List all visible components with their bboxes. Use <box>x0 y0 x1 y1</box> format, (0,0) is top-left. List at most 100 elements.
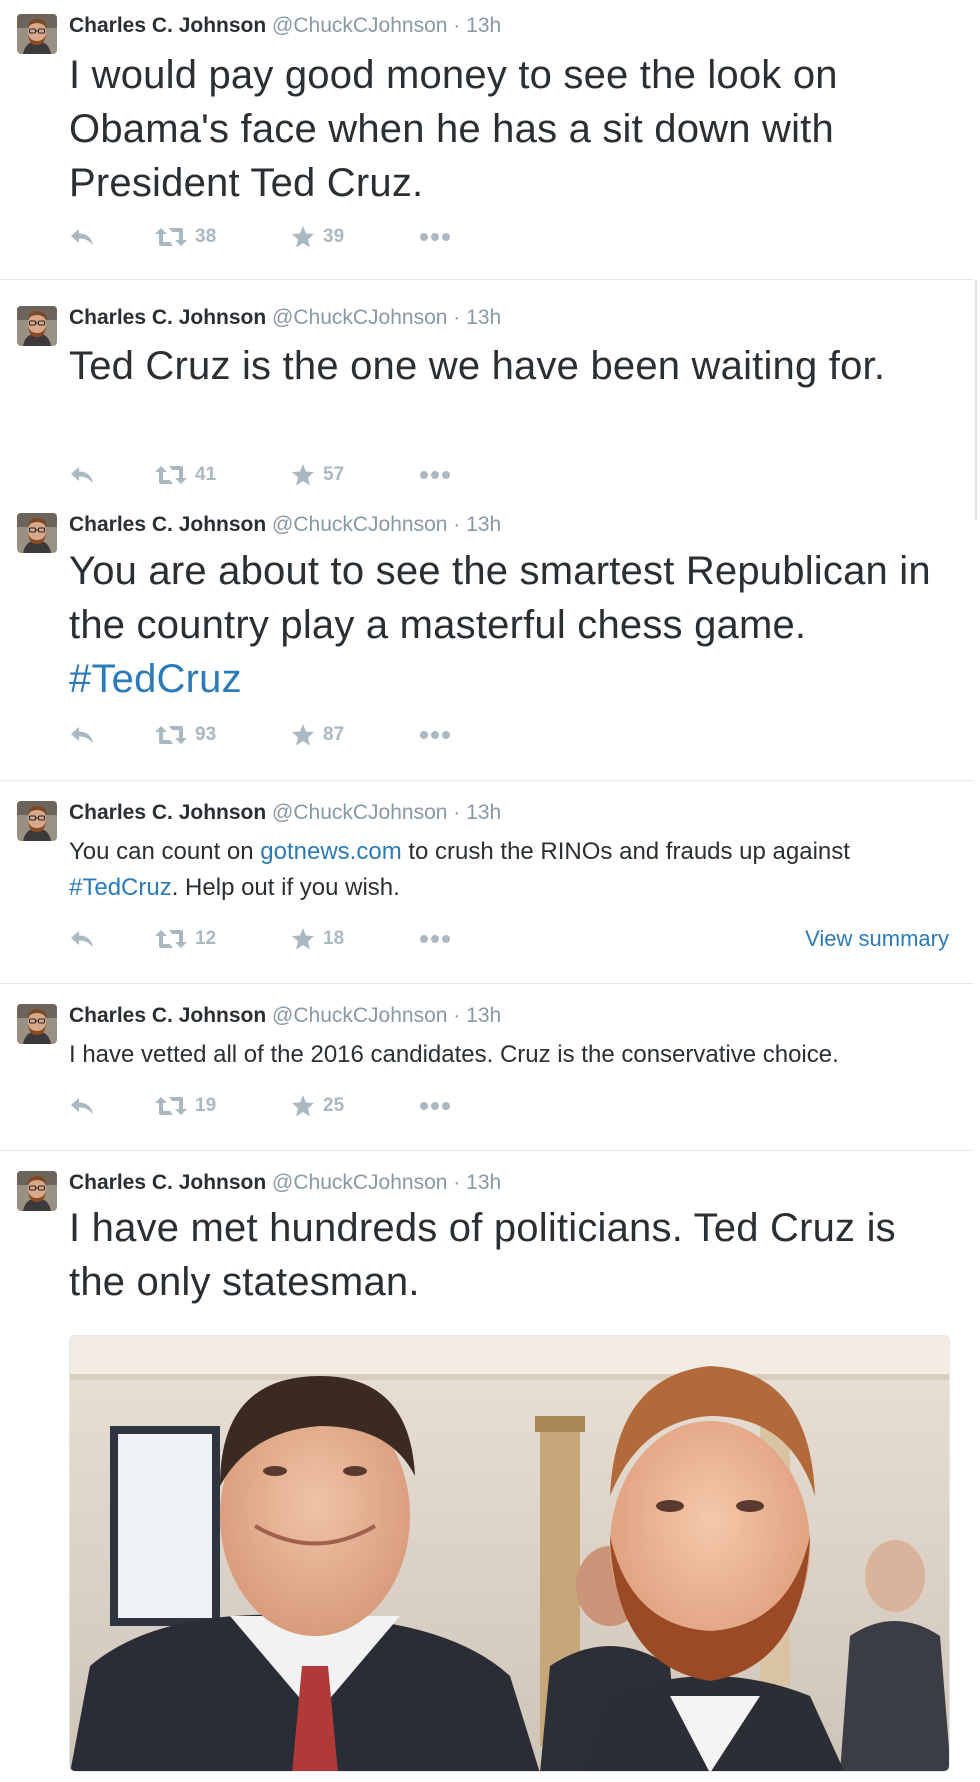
separator-dot: · <box>453 306 461 329</box>
tweet-header: Charles C. Johnson @ChuckCJohnson · 13h <box>69 801 501 825</box>
fullname[interactable]: Charles C. Johnson <box>69 801 266 824</box>
favorite-button[interactable]: 39 <box>291 222 344 252</box>
username[interactable]: @ChuckCJohnson <box>272 801 447 824</box>
favorite-count: 57 <box>323 464 345 485</box>
retweet-icon <box>155 464 187 486</box>
favorite-count: 87 <box>323 724 345 745</box>
reply-button[interactable] <box>69 1091 95 1121</box>
retweet-icon <box>155 1095 187 1117</box>
tweet-5[interactable]: Charles C. Johnson @ChuckCJohnson · 13h … <box>0 984 973 1151</box>
tweet-text: I have met hundreds of politicians. Ted … <box>69 1206 896 1304</box>
more-button[interactable] <box>419 924 451 954</box>
more-dots-icon <box>419 730 451 740</box>
separator-dot: · <box>453 1004 461 1027</box>
avatar[interactable] <box>17 1171 57 1211</box>
tweet-text: Ted Cruz is the one we have been waiting… <box>69 344 886 388</box>
tweet-actions: 41 57 <box>69 460 949 490</box>
retweet-count: 12 <box>195 928 217 949</box>
timestamp[interactable]: 13h <box>466 1004 501 1027</box>
retweet-button[interactable]: 38 <box>155 222 216 252</box>
avatar[interactable] <box>17 1004 57 1044</box>
tweet-1[interactable]: Charles C. Johnson @ChuckCJohnson · 13h … <box>0 0 973 280</box>
fullname[interactable]: Charles C. Johnson <box>69 14 266 37</box>
avatar[interactable] <box>17 513 57 553</box>
timestamp[interactable]: 13h <box>466 513 501 536</box>
retweet-button[interactable]: 12 <box>155 924 216 954</box>
hashtag-link[interactable]: #TedCruz <box>69 874 172 901</box>
retweet-count: 19 <box>195 1095 217 1116</box>
more-button[interactable] <box>419 720 451 750</box>
avatar[interactable] <box>17 801 57 841</box>
username[interactable]: @ChuckCJohnson <box>272 1004 447 1027</box>
tweet-text-part: You can count on <box>69 838 261 865</box>
fullname[interactable]: Charles C. Johnson <box>69 1171 266 1194</box>
tweet-4[interactable]: Charles C. Johnson @ChuckCJohnson · 13h … <box>0 781 973 984</box>
reply-button[interactable] <box>69 460 95 490</box>
retweet-icon <box>155 928 187 950</box>
separator-dot: · <box>453 801 461 824</box>
avatar[interactable] <box>17 14 57 54</box>
tweet-actions: 19 25 <box>69 1091 949 1121</box>
more-dots-icon <box>419 934 451 944</box>
username[interactable]: @ChuckCJohnson <box>272 306 447 329</box>
tweet-header: Charles C. Johnson @ChuckCJohnson · 13h <box>69 306 501 330</box>
tweet-text: I would pay good money to see the look o… <box>69 53 838 205</box>
fullname[interactable]: Charles C. Johnson <box>69 1004 266 1027</box>
tweet-header: Charles C. Johnson @ChuckCJohnson · 13h <box>69 14 501 38</box>
tweet-text-body: You are about to see the smartest Republ… <box>69 549 931 647</box>
more-button[interactable] <box>419 1091 451 1121</box>
tweet-header: Charles C. Johnson @ChuckCJohnson · 13h <box>69 513 501 537</box>
reply-icon <box>69 725 95 745</box>
tweet-text-part: to crush the RINOs and frauds up against <box>401 838 850 865</box>
fullname[interactable]: Charles C. Johnson <box>69 306 266 329</box>
reply-button[interactable] <box>69 720 95 750</box>
scrollbar[interactable] <box>975 280 977 520</box>
favorite-button[interactable]: 87 <box>291 720 344 750</box>
timestamp[interactable]: 13h <box>466 801 501 824</box>
timestamp[interactable]: 13h <box>466 1171 501 1194</box>
hashtag-link[interactable]: #TedCruz <box>69 657 242 701</box>
timestamp[interactable]: 13h <box>466 306 501 329</box>
reply-icon <box>69 227 95 247</box>
retweet-button[interactable]: 19 <box>155 1091 216 1121</box>
tweet-text: You are about to see the smartest Republ… <box>69 544 949 706</box>
reply-button[interactable] <box>69 924 95 954</box>
tweet-photo[interactable] <box>69 1335 950 1772</box>
separator-dot: · <box>453 513 461 536</box>
fullname[interactable]: Charles C. Johnson <box>69 513 266 536</box>
favorite-count: 18 <box>323 928 345 949</box>
tweet-text: You can count on gotnews.com to crush th… <box>69 834 949 906</box>
username[interactable]: @ChuckCJohnson <box>272 513 447 536</box>
reply-button[interactable] <box>69 222 95 252</box>
favorite-star-icon <box>291 723 315 747</box>
more-dots-icon <box>419 1101 451 1111</box>
reply-icon <box>69 1096 95 1116</box>
tweet-3[interactable]: Charles C. Johnson @ChuckCJohnson · 13h … <box>0 505 973 781</box>
favorite-star-icon <box>291 463 315 487</box>
retweet-count: 41 <box>195 464 217 485</box>
favorite-button[interactable]: 57 <box>291 460 344 490</box>
avatar[interactable] <box>17 306 57 346</box>
photo-image <box>70 1336 949 1771</box>
retweet-button[interactable]: 41 <box>155 460 216 490</box>
tweet-2[interactable]: Charles C. Johnson @ChuckCJohnson · 13h … <box>0 280 973 505</box>
favorite-star-icon <box>291 225 315 249</box>
favorite-button[interactable]: 18 <box>291 924 344 954</box>
retweet-button[interactable]: 93 <box>155 720 216 750</box>
reply-icon <box>69 465 95 485</box>
tweet-header: Charles C. Johnson @ChuckCJohnson · 13h <box>69 1171 501 1195</box>
tweet-actions: 38 39 <box>69 222 949 252</box>
timestamp[interactable]: 13h <box>466 14 501 37</box>
tweet-actions: 93 87 <box>69 720 949 750</box>
url-link[interactable]: gotnews.com <box>260 838 401 865</box>
favorite-button[interactable]: 25 <box>291 1091 344 1121</box>
view-summary-link[interactable]: View summary <box>805 926 949 952</box>
tweet-header: Charles C. Johnson @ChuckCJohnson · 13h <box>69 1004 501 1028</box>
username[interactable]: @ChuckCJohnson <box>272 1171 447 1194</box>
separator-dot: · <box>453 14 461 37</box>
favorite-count: 25 <box>323 1095 345 1116</box>
username[interactable]: @ChuckCJohnson <box>272 14 447 37</box>
retweet-count: 93 <box>195 724 217 745</box>
more-button[interactable] <box>419 222 451 252</box>
more-button[interactable] <box>419 460 451 490</box>
